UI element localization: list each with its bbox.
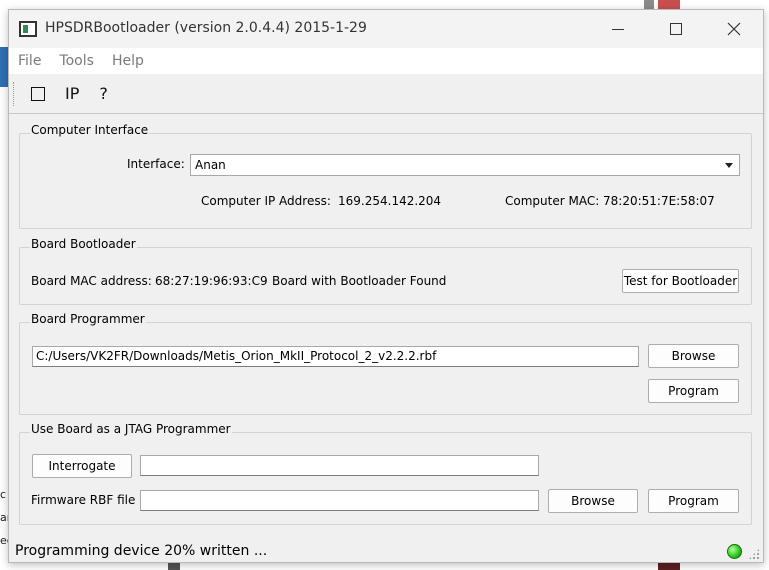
resize-grip[interactable] — [748, 548, 760, 560]
computer-ip-label: Computer IP Address: — [201, 194, 331, 208]
program-button[interactable]: Program — [648, 379, 739, 403]
computer-ip-value: 169.254.142.204 — [338, 194, 442, 208]
group-title: Board Bootloader — [30, 237, 137, 251]
menu-bar: File Tools Help — [9, 48, 763, 74]
interrogate-button[interactable]: Interrogate — [32, 454, 132, 478]
board-bootloader-group: Board Bootloader Board MAC address: 68:2… — [19, 237, 752, 305]
desktop-background-fragment — [0, 47, 8, 87]
window-title: HPSDRBootloader (version 2.0.4.4) 2015-1… — [45, 20, 367, 36]
interface-select-value: Anan — [195, 158, 226, 172]
board-mac-label: Board MAC address: — [31, 274, 152, 288]
title-bar[interactable]: HPSDRBootloader (version 2.0.4.4) 2015-1… — [9, 10, 763, 48]
menu-help[interactable]: Help — [111, 53, 145, 69]
toolbar-checkbox-button[interactable] — [31, 86, 45, 101]
toolbar-ip-button[interactable]: IP — [65, 84, 79, 103]
app-icon — [19, 21, 37, 37]
minimize-button[interactable] — [589, 10, 647, 48]
status-bar: Programming device 20% written ... — [9, 540, 763, 564]
menu-tools[interactable]: Tools — [58, 53, 95, 69]
group-title: Board Programmer — [30, 312, 146, 326]
jtag-program-button[interactable]: Program — [648, 489, 739, 513]
bootloader-status: Board with Bootloader Found — [272, 274, 447, 288]
close-button[interactable] — [705, 10, 763, 48]
maximize-icon — [670, 23, 682, 35]
toolbar-grip[interactable] — [13, 82, 16, 106]
background-text-fragment: ar — [0, 511, 8, 524]
firmware-path-input[interactable]: C:/Users/VK2FR/Downloads/Metis_Orion_MkI… — [32, 346, 639, 367]
group-title: Use Board as a JTAG Programmer — [30, 422, 232, 436]
test-for-bootloader-button[interactable]: Test for Bootloader — [622, 269, 739, 293]
status-led-icon — [727, 544, 742, 559]
chevron-down-icon — [725, 163, 733, 168]
desktop-background-fragment — [658, 563, 680, 570]
checkbox-icon — [31, 86, 45, 101]
menu-file[interactable]: File — [17, 53, 42, 69]
background-text-fragment: c — [0, 488, 7, 501]
interrogate-result-field[interactable] — [140, 455, 539, 476]
close-icon — [727, 22, 741, 36]
group-title: Computer Interface — [30, 123, 150, 137]
computer-interface-group: Computer Interface Interface: Anan Compu… — [19, 123, 752, 229]
maximize-button[interactable] — [647, 10, 705, 48]
app-window: HPSDRBootloader (version 2.0.4.4) 2015-1… — [8, 9, 764, 563]
minimize-icon — [612, 28, 624, 30]
browse-button[interactable]: Browse — [648, 344, 739, 368]
interface-select[interactable]: Anan — [190, 154, 740, 176]
toolbar-help-button[interactable]: ? — [99, 84, 108, 103]
jtag-browse-button[interactable]: Browse — [548, 489, 638, 513]
board-programmer-group: Board Programmer C:/Users/VK2FR/Download… — [19, 312, 752, 415]
interface-label: Interface: — [127, 157, 185, 171]
firmware-rbf-label: Firmware RBF file — [31, 493, 136, 507]
firmware-rbf-input[interactable] — [140, 490, 539, 511]
computer-mac-value: 78:20:51:7E:58:07 — [603, 194, 715, 208]
jtag-programmer-group: Use Board as a JTAG Programmer Interroga… — [19, 422, 752, 525]
toolbar: IP ? — [9, 74, 763, 114]
desktop-background-fragment — [168, 563, 180, 570]
status-message: Programming device 20% written ... — [15, 543, 268, 559]
board-mac-value: 68:27:19:96:93:C9 — [155, 274, 268, 288]
background-text-fragment: ec — [0, 534, 8, 547]
computer-mac-label: Computer MAC: — [505, 194, 600, 208]
